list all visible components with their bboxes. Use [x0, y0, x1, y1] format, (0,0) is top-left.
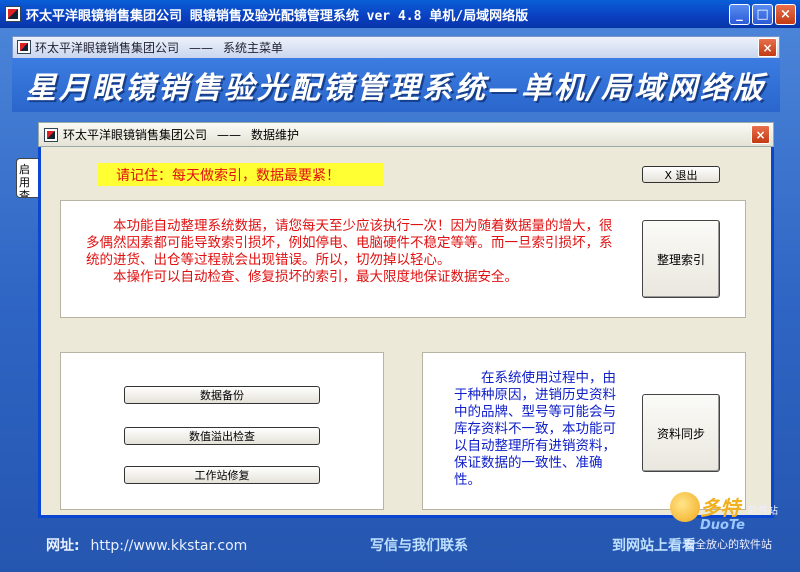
- footer-website-label: 网址:: [46, 538, 80, 554]
- workstation-repair-button[interactable]: 工作站修复: [124, 466, 320, 484]
- main-menu-title: 系统主菜单: [223, 41, 284, 55]
- reminder-banner: 请记住：每天做索引，数据最要紧！: [98, 163, 384, 186]
- dialog-separator: ——: [217, 127, 242, 142]
- dialog-icon: [44, 128, 58, 142]
- overflow-check-button[interactable]: 数值溢出检查: [124, 427, 320, 445]
- contact-us-link[interactable]: 写信与我们联系: [370, 535, 468, 555]
- sync-description: 在系统使用过程中，由于种种原因，进销历史资料中的品牌、型号等可能会与库存资料不一…: [454, 370, 616, 488]
- system-banner: 星月眼镜销售验光配镜管理系统—单机/局域网络版: [12, 58, 780, 112]
- main-menu-title-bar: 环太平洋眼镜销售集团公司 —— 系统主菜单 ×: [12, 36, 780, 58]
- app-title-bar: 环太平洋眼镜销售集团公司 眼镜销售及验光配镜管理系统 ver 4.8 单机/局域…: [0, 0, 800, 28]
- reindex-description: 本功能自动整理系统数据，请您每天至少应该执行一次！因为随着数据量的增大，很多偶然…: [86, 218, 622, 286]
- main-menu-icon: [17, 40, 31, 54]
- dialog-close-button[interactable]: ×: [751, 125, 770, 144]
- restore-button[interactable]: □: [752, 4, 773, 25]
- exit-button[interactable]: X 退出: [642, 166, 720, 183]
- app-icon: [5, 6, 21, 22]
- dialog-company: 环太平洋眼镜销售集团公司: [63, 128, 208, 142]
- main-menu-company: 环太平洋眼镜销售集团公司: [35, 41, 180, 55]
- close-button[interactable]: ×: [775, 4, 796, 25]
- reindex-button[interactable]: 整理索引: [642, 220, 720, 298]
- visit-website-link[interactable]: 到网站上看看: [612, 535, 696, 555]
- app-window-title: 环太平洋眼镜销售集团公司 眼镜销售及验光配镜管理系统 ver 4.8 单机/局域…: [26, 8, 529, 24]
- main-menu-separator: ——: [189, 40, 214, 55]
- main-menu-close-button[interactable]: ×: [758, 38, 777, 57]
- minimize-button[interactable]: _: [729, 4, 750, 25]
- footer: 网址: http://www.kkstar.com 写信与我们联系 到网站上看看: [0, 532, 800, 558]
- reindex-description-para-1: 本功能自动整理系统数据，请您每天至少应该执行一次！因为随着数据量的增大，很多偶然…: [86, 218, 613, 268]
- footer-website: 网址: http://www.kkstar.com: [46, 535, 247, 555]
- window-controls: _ □ ×: [729, 4, 796, 25]
- footer-website-link[interactable]: http://www.kkstar.com: [90, 538, 247, 554]
- data-backup-button[interactable]: 数据备份: [124, 386, 320, 404]
- reindex-description-para-2: 本操作可以自动检查、修复损坏的索引，最大限度地保证数据安全。: [113, 269, 518, 285]
- dialog-title: 数据维护: [251, 128, 300, 142]
- data-sync-button[interactable]: 资料同步: [642, 394, 720, 472]
- dialog-title-bar: 环太平洋眼镜销售集团公司 —— 数据维护 ×: [38, 122, 774, 147]
